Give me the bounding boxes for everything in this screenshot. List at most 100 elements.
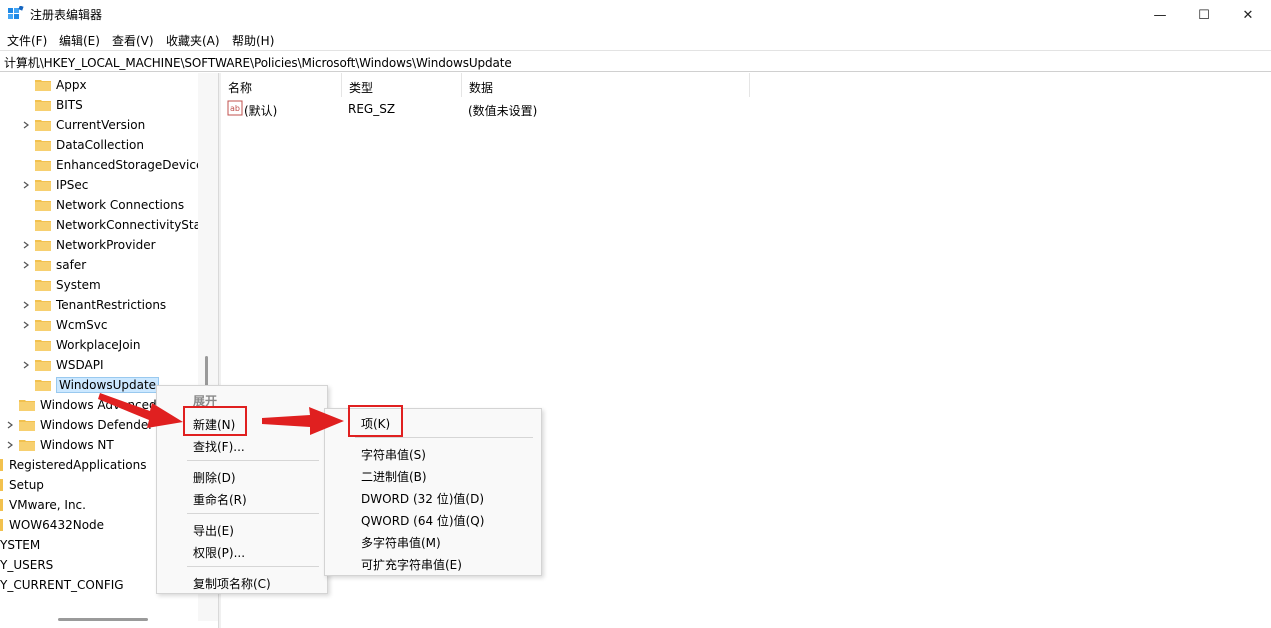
value-name[interactable]: (默认) — [244, 102, 277, 119]
tree-item-label: WSDAPI — [56, 358, 104, 372]
tree-item[interactable]: RegisteredApplications — [9, 455, 146, 475]
tree-item-label: System — [56, 278, 101, 292]
folder-icon — [35, 300, 51, 311]
tree-item[interactable]: CurrentVersion — [35, 115, 145, 135]
menu-file[interactable]: 文件(F) — [7, 32, 47, 49]
tree-item[interactable]: NetworkConnectivityStatusIndicator — [35, 215, 218, 235]
chevron-right-icon[interactable] — [5, 420, 15, 430]
folder-icon — [35, 140, 51, 151]
tree-item-label: CurrentVersion — [56, 118, 146, 132]
submenu-string-value[interactable]: 字符串值(S) — [361, 446, 426, 463]
folder-icon — [35, 220, 51, 231]
tree-item[interactable]: safer — [35, 255, 86, 275]
chevron-right-icon[interactable] — [5, 440, 15, 450]
submenu-qword-value[interactable]: QWORD (64 位)值(Q) — [361, 512, 484, 529]
tree-item[interactable]: Windows NT — [19, 435, 114, 455]
submenu-multi-string-value[interactable]: 多字符串值(M) — [361, 534, 441, 551]
tree-item-label: Windows NT — [40, 438, 114, 452]
menu-view[interactable]: 查看(V) — [112, 32, 154, 49]
tree-item[interactable]: Y_USERS — [0, 555, 53, 575]
folder-icon — [19, 420, 35, 431]
folder-icon — [35, 240, 51, 251]
tree-item[interactable]: WcmSvc — [35, 315, 107, 335]
submenu-binary-value[interactable]: 二进制值(B) — [361, 468, 427, 485]
tree-item[interactable]: System — [35, 275, 101, 295]
tree-item-label: Windows Defender — [40, 418, 154, 432]
tree-item[interactable]: EnhancedStorageDevices — [35, 155, 210, 175]
tree-item[interactable]: NetworkProvider — [35, 235, 156, 255]
menu-export[interactable]: 导出(E) — [193, 522, 234, 539]
menu-permissions[interactable]: 权限(P)... — [193, 544, 245, 561]
menu-edit[interactable]: 编辑(E) — [59, 32, 100, 49]
minimize-icon: — — [1153, 7, 1167, 23]
tree-item-label: DataCollection — [56, 138, 145, 152]
folder-icon — [35, 360, 51, 371]
tree-item-label: TenantRestrictions — [56, 298, 167, 312]
tree-item-label: Network Connections — [56, 198, 185, 212]
folder-icon — [35, 160, 51, 171]
tree-item-label: EnhancedStorageDevices — [56, 158, 210, 172]
tree-item[interactable]: WindowsUpdate — [35, 375, 160, 395]
chevron-right-icon[interactable] — [21, 180, 31, 190]
chevron-right-icon[interactable] — [21, 260, 31, 270]
regedit-app-icon — [8, 6, 24, 19]
window-title: 注册表编辑器 — [30, 8, 103, 22]
tree-item-label: NetworkConnectivityStatusIndicator — [56, 218, 218, 232]
tree-horizontal-scroll-thumb[interactable] — [58, 618, 148, 621]
close-button[interactable]: ✕ — [1225, 0, 1271, 30]
column-header-data[interactable]: 数据 — [462, 73, 750, 97]
tree-item[interactable]: WSDAPI — [35, 355, 104, 375]
menu-favorites[interactable]: 收藏夹(A) — [166, 32, 220, 49]
submenu-expandable-string-value[interactable]: 可扩充字符串值(E) — [361, 556, 462, 573]
chevron-right-icon[interactable] — [21, 300, 31, 310]
folder-icon — [35, 340, 51, 351]
folder-icon — [35, 320, 51, 331]
tree-item-label: WcmSvc — [56, 318, 108, 332]
folder-icon — [35, 280, 51, 291]
folder-icon — [19, 440, 35, 451]
menu-separator — [187, 460, 319, 461]
tree-item[interactable]: TenantRestrictions — [35, 295, 166, 315]
tree-item-label: WindowsUpdate — [56, 377, 160, 393]
tree-item[interactable]: Y_CURRENT_CONFIG — [0, 575, 124, 595]
chevron-right-icon[interactable] — [21, 360, 31, 370]
menu-delete[interactable]: 删除(D) — [193, 469, 236, 486]
chevron-right-icon[interactable] — [21, 240, 31, 250]
menu-find[interactable]: 查找(F)... — [193, 438, 245, 455]
tree-item[interactable]: Setup — [9, 475, 44, 495]
address-path[interactable]: 计算机\HKEY_LOCAL_MACHINE\SOFTWARE\Policies… — [4, 54, 512, 71]
menu-separator — [355, 437, 533, 438]
tree-item-label: safer — [56, 258, 87, 272]
tree-item[interactable]: VMware, Inc. — [9, 495, 86, 515]
maximize-button[interactable]: ☐ — [1181, 0, 1227, 30]
tree-item[interactable]: DataCollection — [35, 135, 144, 155]
tree-item[interactable]: Appx — [35, 75, 87, 95]
chevron-right-icon[interactable] — [21, 120, 31, 130]
column-header-name[interactable]: 名称 — [221, 73, 342, 97]
tree-item[interactable]: IPSec — [35, 175, 88, 195]
tree-item[interactable]: WorkplaceJoin — [35, 335, 141, 355]
chevron-right-icon[interactable] — [21, 320, 31, 330]
tree-item[interactable]: YSTEM — [0, 535, 40, 555]
minimize-button[interactable]: — — [1137, 0, 1183, 30]
tree-item[interactable]: Windows Defender — [19, 415, 153, 435]
menu-help[interactable]: 帮助(H) — [232, 32, 274, 49]
tree-guide-line — [0, 479, 3, 491]
menu-rename[interactable]: 重命名(R) — [193, 491, 247, 508]
folder-icon — [35, 120, 51, 131]
tree-item-label: Setup — [9, 478, 44, 492]
string-value-icon: ab — [227, 100, 243, 116]
column-header-type[interactable]: 类型 — [342, 73, 462, 97]
address-bar[interactable]: 计算机\HKEY_LOCAL_MACHINE\SOFTWARE\Policies… — [0, 50, 1271, 72]
tree-item[interactable]: Network Connections — [35, 195, 184, 215]
folder-icon — [35, 100, 51, 111]
tree-item[interactable]: WOW6432Node — [9, 515, 104, 535]
submenu-dword-value[interactable]: DWORD (32 位)值(D) — [361, 490, 484, 507]
tree-item[interactable]: BITS — [35, 95, 83, 115]
menu-copy-key-name[interactable]: 复制项名称(C) — [193, 575, 271, 592]
tree-guide-line — [0, 519, 3, 531]
tree-guide-line — [0, 459, 3, 471]
maximize-icon: ☐ — [1198, 7, 1210, 23]
folder-icon — [35, 380, 51, 391]
highlight-key — [348, 405, 403, 437]
